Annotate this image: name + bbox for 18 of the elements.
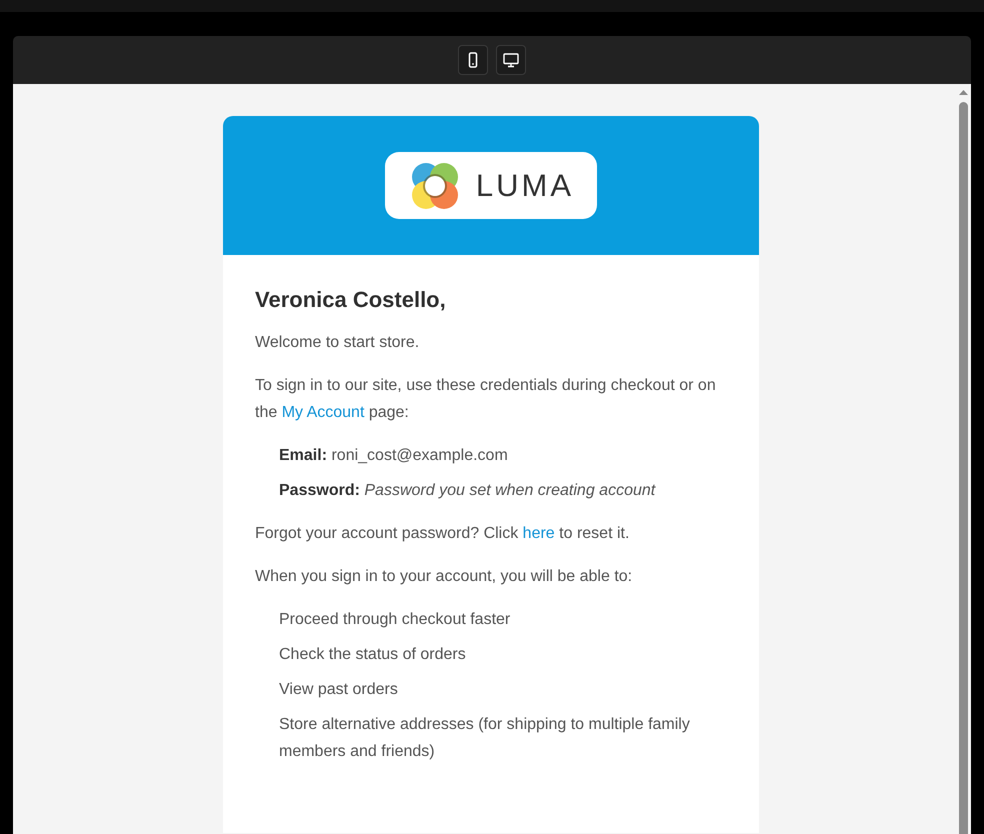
credential-line: Email: roni_cost@example.com [279,446,509,466]
text-link[interactable]: here [522,525,555,542]
paragraph: To sign in to our site, use these credentials during checkout or on the My Account page: [255,376,717,423]
paragraph: When you sign in to your account, you will be able to: [255,567,634,587]
desktop-view-button[interactable] [496,45,526,75]
logo-text: LUMA [476,170,574,201]
list-item: Store alternative addresses (for shipping to multiple family members and friends) [279,715,691,762]
list-item: Check the status of orders [279,645,467,665]
list-item: Proceed through checkout faster [279,610,512,630]
mobile-view-button[interactable] [458,45,488,75]
text-link[interactable]: My Account [282,404,364,421]
paragraph: Welcome to start store. [255,333,420,353]
greeting: Veronica Costello, [255,286,447,314]
paragraph: Forgot your account password? Click here to reset it. [255,524,630,544]
list-item: View past orders [279,680,399,700]
monitor-icon [503,52,519,68]
mobile-icon [468,52,478,68]
credential-line: Password: Password you set when creating account [279,481,657,501]
